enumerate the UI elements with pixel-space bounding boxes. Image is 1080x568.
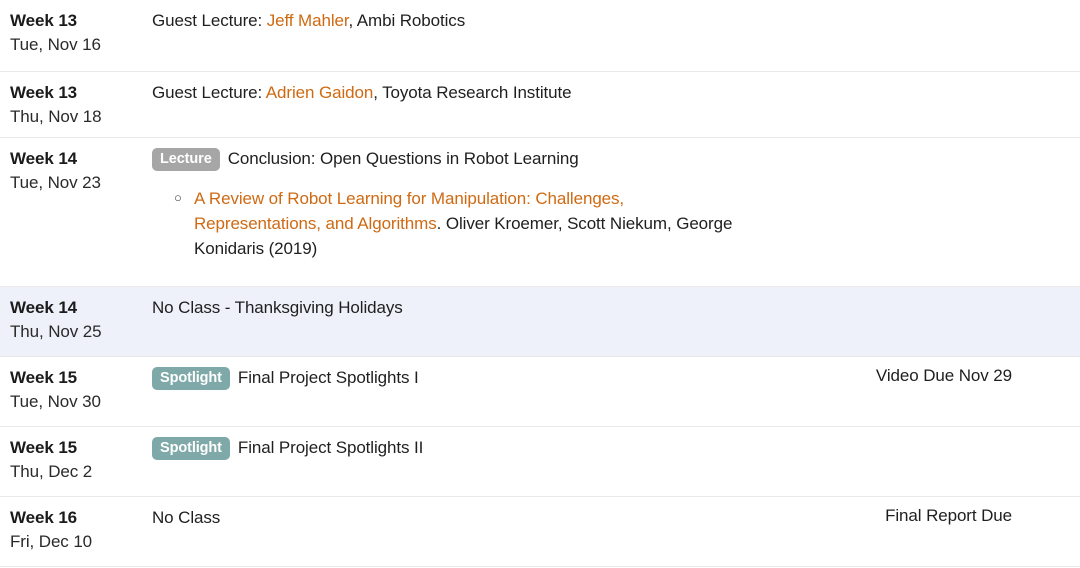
day-label: Thu, Dec 2 xyxy=(10,462,93,482)
row-due-cell xyxy=(780,72,1080,90)
week-label: Week 14 xyxy=(10,149,78,168)
row-date-cell: Week 16 Fri, Dec 10 xyxy=(0,497,152,563)
week-label: Week 15 xyxy=(10,438,78,457)
row-due-cell xyxy=(780,287,1080,305)
row-description-cell: Guest Lecture: Adrien Gaidon, Toyota Res… xyxy=(152,72,780,115)
course-schedule-table: Week 13 Tue, Nov 16 Guest Lecture: Jeff … xyxy=(0,0,1080,568)
spotlight-title: Final Project Spotlights II xyxy=(237,438,424,457)
spotlight-title-line: Spotlight Final Project Spotlights I xyxy=(152,366,772,391)
table-row: Week 14 Tue, Nov 23 Lecture Conclusion: … xyxy=(0,138,1080,287)
no-class-note: No Class - Thanksgiving Holidays xyxy=(152,298,403,317)
row-due-cell xyxy=(780,138,1080,156)
no-class-note: No Class xyxy=(152,508,221,527)
speaker-link[interactable]: Jeff Mahler xyxy=(267,11,349,30)
week-label: Week 14 xyxy=(10,298,78,317)
day-label: Fri, Dec 10 xyxy=(10,532,93,552)
day-label: Thu, Nov 25 xyxy=(10,322,102,342)
readings-list: ○ A Review of Robot Learning for Manipula… xyxy=(152,186,772,261)
row-description-cell: Spotlight Final Project Spotlights I xyxy=(152,357,780,400)
row-due-cell xyxy=(780,0,1080,18)
day-label: Tue, Nov 16 xyxy=(10,35,101,55)
week-label: Week 15 xyxy=(10,368,78,387)
description-prefix: Guest Lecture: xyxy=(152,11,267,30)
row-date-cell: Week 13 Tue, Nov 16 xyxy=(0,0,152,66)
status-badge-spotlight: Spotlight xyxy=(152,366,230,390)
row-description-cell: No Class - Thanksgiving Holidays xyxy=(152,287,780,330)
table-row: Week 13 Thu, Nov 18 Guest Lecture: Adrie… xyxy=(0,72,1080,138)
day-label: Thu, Nov 18 xyxy=(10,107,102,127)
row-date-cell: Week 15 Tue, Nov 30 xyxy=(0,357,152,423)
row-description-cell: Spotlight Final Project Spotlights II xyxy=(152,427,780,470)
week-label: Week 16 xyxy=(10,508,78,527)
table-row: Week 15 Thu, Dec 2 Spotlight Final Proje… xyxy=(0,427,1080,497)
lecture-description: Guest Lecture: Adrien Gaidon, Toyota Res… xyxy=(152,81,772,106)
description-prefix: Guest Lecture: xyxy=(152,83,266,102)
lecture-description: Guest Lecture: Jeff Mahler, Ambi Robotic… xyxy=(152,9,772,34)
day-label: Tue, Nov 30 xyxy=(10,392,101,412)
speaker-link[interactable]: Adrien Gaidon xyxy=(266,83,373,102)
description-suffix: , Ambi Robotics xyxy=(348,11,466,30)
week-label: Week 13 xyxy=(10,83,78,102)
description-suffix: , Toyota Research Institute xyxy=(373,83,572,102)
row-description-cell: Guest Lecture: Jeff Mahler, Ambi Robotic… xyxy=(152,0,780,43)
day-label: Tue, Nov 23 xyxy=(10,173,101,193)
spotlight-title: Final Project Spotlights I xyxy=(237,368,419,387)
table-row-highlighted: Week 14 Thu, Nov 25 No Class - Thanksgiv… xyxy=(0,287,1080,357)
status-badge-spotlight: Spotlight xyxy=(152,436,230,460)
row-due-cell xyxy=(780,427,1080,445)
row-date-cell: Week 14 Tue, Nov 23 xyxy=(0,138,152,204)
row-date-cell: Week 14 Thu, Nov 25 xyxy=(0,287,152,353)
lecture-title-line: Lecture Conclusion: Open Questions in Ro… xyxy=(152,147,772,172)
table-row: Week 15 Tue, Nov 30 Spotlight Final Proj… xyxy=(0,357,1080,427)
row-date-cell: Week 13 Thu, Nov 18 xyxy=(0,72,152,138)
week-label: Week 13 xyxy=(10,11,78,30)
spotlight-title-line: Spotlight Final Project Spotlights II xyxy=(152,436,772,461)
circle-bullet-icon: ○ xyxy=(174,189,182,205)
table-row: Week 13 Tue, Nov 16 Guest Lecture: Jeff … xyxy=(0,0,1080,72)
row-due-cell: Video Due Nov 29 xyxy=(875,366,1012,385)
row-date-cell: Week 15 Thu, Dec 2 xyxy=(0,427,152,493)
lecture-title: Conclusion: Open Questions in Robot Lear… xyxy=(227,149,579,168)
status-badge-lecture: Lecture xyxy=(152,147,220,171)
list-item: ○ A Review of Robot Learning for Manipula… xyxy=(174,186,750,261)
row-description-cell: Lecture Conclusion: Open Questions in Ro… xyxy=(152,138,780,274)
row-due-cell: Final Report Due xyxy=(885,506,1012,525)
row-description-cell: No Class xyxy=(152,497,780,540)
table-row: Week 16 Fri, Dec 10 No Class Final Repor… xyxy=(0,497,1080,567)
